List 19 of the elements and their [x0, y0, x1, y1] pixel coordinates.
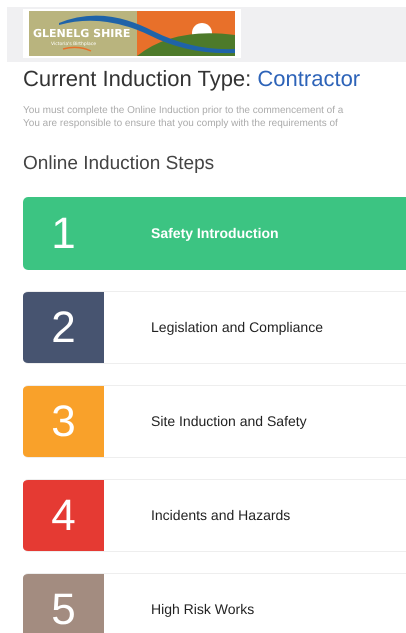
intro-text: You must complete the Online Induction prior to the commencement of a [23, 104, 344, 117]
step-card[interactable]: 4 Incidents and Hazards [23, 479, 406, 552]
step-card[interactable]: 5 High Risk Works [23, 573, 406, 633]
title-label: Current Induction Type: [23, 66, 252, 91]
step-label: Incidents and Hazards [151, 506, 290, 525]
induction-type: Contractor [257, 66, 360, 91]
step-number: 4 [51, 494, 76, 538]
step-number: 3 [51, 400, 76, 444]
intro-text: You are responsible to ensure that you comply with the requirements of [23, 117, 339, 130]
step-label: Safety Introduction [151, 224, 279, 243]
section-heading: Online Induction Steps [23, 152, 214, 176]
step-number: 5 [51, 588, 76, 632]
step-label: Legislation and Compliance [151, 318, 323, 337]
step-label: Site Induction and Safety [151, 412, 307, 431]
step-label: High Risk Works [151, 600, 254, 619]
step-number: 2 [51, 306, 76, 350]
step-card[interactable]: 3 Site Induction and Safety [23, 385, 406, 458]
step-number: 1 [51, 212, 76, 256]
step-card[interactable]: 2 Legislation and Compliance [23, 291, 406, 364]
